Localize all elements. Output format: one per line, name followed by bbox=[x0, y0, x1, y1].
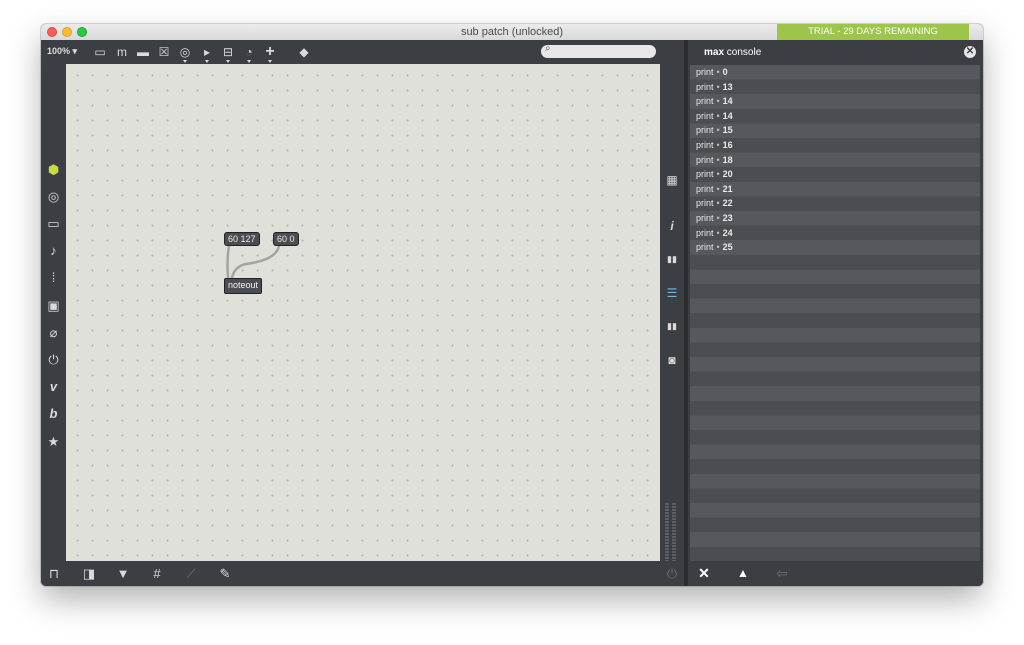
close-console-icon[interactable]: ✕ bbox=[964, 46, 976, 58]
sequence-icon[interactable]: ⁞ bbox=[41, 267, 66, 289]
message-box[interactable]: 60 127 bbox=[224, 232, 260, 246]
search-icon: ⌕ bbox=[545, 43, 551, 54]
console-row[interactable]: print • 14 bbox=[690, 94, 980, 109]
info-icon[interactable]: i bbox=[660, 215, 684, 237]
image-icon[interactable]: ▣ bbox=[41, 295, 66, 317]
bottom-toolbar: ⊓ ◨ ▼ # ⟋ ✎ ⏻ bbox=[41, 561, 684, 586]
console-row[interactable]: print • 13 bbox=[690, 80, 980, 95]
paperclip-icon[interactable]: ⌀ bbox=[41, 322, 66, 344]
snapshot-icon[interactable]: ◙ bbox=[660, 349, 684, 371]
message-box[interactable]: 60 0 bbox=[273, 232, 299, 246]
console-row[interactable]: print • 18 bbox=[690, 153, 980, 168]
grid-icon[interactable]: # bbox=[146, 561, 168, 586]
console-header: max console ✕ bbox=[688, 40, 983, 65]
book-icon[interactable]: ▮▮ bbox=[660, 315, 684, 337]
console-title: max console bbox=[704, 47, 762, 58]
grid-meter-icon[interactable]: ▦ bbox=[660, 169, 684, 191]
package-cube-icon[interactable]: ⬢ bbox=[41, 159, 66, 181]
film-icon[interactable]: ▭ bbox=[41, 213, 66, 235]
noteout-object[interactable]: noteout bbox=[224, 278, 263, 294]
slider-icon[interactable]: ⊟ bbox=[219, 43, 237, 63]
comment-icon[interactable]: ▬ bbox=[134, 43, 152, 61]
chevron-down-icon: ▾ bbox=[72, 46, 78, 56]
star-icon[interactable]: ★ bbox=[41, 431, 66, 453]
plug-icon[interactable]: ⏻ bbox=[41, 349, 66, 371]
v-badge-icon[interactable]: v bbox=[41, 376, 66, 398]
console-row[interactable]: print • 16 bbox=[690, 138, 980, 153]
console-row[interactable]: print • 14 bbox=[690, 109, 980, 124]
list-icon[interactable]: ☰ bbox=[660, 282, 684, 304]
toggle-icon[interactable]: ☒ bbox=[155, 43, 173, 61]
music-note-icon[interactable]: ♪ bbox=[41, 240, 66, 262]
button-icon[interactable]: ◎ bbox=[176, 43, 194, 63]
power-icon[interactable]: ⏻ bbox=[661, 561, 683, 586]
paint-bucket-icon[interactable]: ◆ bbox=[295, 43, 313, 61]
search-input[interactable]: ⌕ bbox=[541, 43, 656, 58]
new-object-icon[interactable]: ▭ bbox=[91, 43, 109, 61]
console-row[interactable]: print • 21 bbox=[690, 182, 980, 197]
presentation-icon[interactable]: ▼ bbox=[112, 561, 134, 586]
message-icon[interactable]: m bbox=[113, 43, 131, 61]
console-row[interactable]: print • 25 bbox=[690, 240, 980, 255]
console-row[interactable]: print • 15 bbox=[690, 123, 980, 138]
console-footer: ✕ ▲ ⇦ bbox=[688, 561, 983, 586]
reference-book-icon[interactable]: ▮▮ bbox=[660, 248, 684, 270]
target-icon[interactable]: ◎ bbox=[41, 186, 66, 208]
lock-icon[interactable]: ⊓ bbox=[43, 561, 65, 586]
max-patcher-window: sub patch (unlocked) TRIAL - 29 DAYS REM… bbox=[41, 24, 983, 586]
left-sidebar: ⬢ ◎ ▭ ♪ ⁞ ▣ ⌀ ⏻ v b ★ bbox=[41, 64, 66, 561]
title-bar: sub patch (unlocked) TRIAL - 29 DAYS REM… bbox=[41, 24, 983, 41]
play-icon[interactable]: ▸ bbox=[198, 43, 216, 63]
console-row[interactable]: print • 23 bbox=[690, 211, 980, 226]
right-sidebar: ▦ i ▮▮ ☰ ▮▮ ◙ bbox=[660, 64, 684, 583]
dial-icon[interactable]: ◔ bbox=[240, 43, 258, 63]
patch-cords bbox=[226, 245, 281, 287]
zoom-level: 100% bbox=[47, 46, 71, 56]
max-console-panel: max console ✕ print • 0 print • 13 print • 14 … bbox=[688, 40, 983, 586]
clear-x-icon[interactable]: ✕ bbox=[694, 561, 714, 586]
snap-icon[interactable]: ⟋ bbox=[180, 561, 202, 586]
add-icon[interactable]: + bbox=[261, 43, 279, 63]
console-row[interactable]: print • 22 bbox=[690, 196, 980, 211]
windows-icon[interactable]: ◨ bbox=[78, 561, 100, 586]
console-messages[interactable]: print • 0 print • 13 print • 14 print • 14 print… bbox=[690, 65, 980, 561]
console-row[interactable]: print • 20 bbox=[690, 167, 980, 182]
b-badge-icon[interactable]: b bbox=[41, 403, 66, 425]
wrench-icon[interactable]: ✎ bbox=[214, 561, 236, 586]
zoom-menu[interactable]: 100% ▾ bbox=[47, 46, 77, 57]
console-row[interactable]: print • 24 bbox=[690, 226, 980, 241]
warning-icon[interactable]: ▲ bbox=[733, 561, 753, 586]
patcher-canvas[interactable]: 60 127 60 0 noteout bbox=[66, 64, 660, 561]
patcher-toolbar: 100% ▾ ▭ m ▬ ☒ ◎ ▸ ⊟ ◔ + ◆ ⌕ bbox=[41, 40, 686, 64]
console-row[interactable]: print • 0 bbox=[690, 65, 980, 80]
back-arrow-icon[interactable]: ⇦ bbox=[772, 561, 792, 586]
trial-banner[interactable]: TRIAL - 29 DAYS REMAINING bbox=[777, 24, 969, 40]
